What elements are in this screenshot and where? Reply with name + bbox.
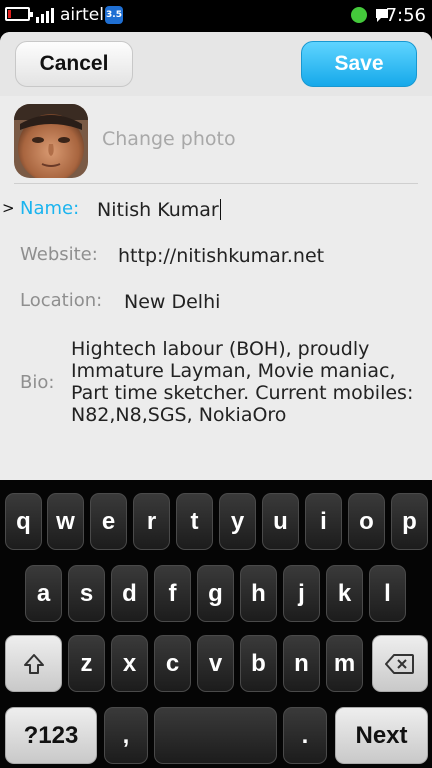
key-t[interactable]: t (176, 493, 213, 550)
period-key[interactable]: . (283, 707, 327, 764)
key-s[interactable]: s (68, 565, 105, 622)
status-bar: airtel 3.5 7:56 (0, 0, 432, 32)
website-field[interactable]: http://nitishkumar.net (118, 245, 324, 267)
location-label: Location: (20, 290, 103, 311)
key-p[interactable]: p (391, 493, 428, 550)
key-x[interactable]: x (111, 635, 148, 692)
cancel-button[interactable]: Cancel (15, 41, 133, 87)
key-b[interactable]: b (240, 635, 277, 692)
notification-dot-icon (351, 7, 367, 23)
bio-line: Hightech labour (BOH), proudly (71, 338, 370, 360)
bio-line: N82,N8,SGS, NokiaOro (71, 404, 287, 426)
virtual-keyboard: q w e r t y u i o p a s d f g h j k l z … (0, 480, 432, 768)
key-d[interactable]: d (111, 565, 148, 622)
name-field[interactable]: Nitish Kumar (97, 199, 221, 221)
profile-photo-icon (14, 104, 88, 178)
key-f[interactable]: f (154, 565, 191, 622)
key-y[interactable]: y (219, 493, 256, 550)
toolbar: Cancel Save (0, 32, 432, 96)
key-i[interactable]: i (305, 493, 342, 550)
name-label: Name: (20, 198, 80, 219)
signal-icon (36, 8, 56, 23)
bio-field[interactable]: Hightech labour (BOH), proudly Immature … (71, 338, 421, 426)
divider (14, 183, 418, 184)
key-c[interactable]: c (154, 635, 191, 692)
key-l[interactable]: l (369, 565, 406, 622)
backspace-icon (385, 653, 414, 674)
focus-marker: > (2, 199, 15, 217)
save-button[interactable]: Save (301, 41, 417, 87)
key-v[interactable]: v (197, 635, 234, 692)
key-r[interactable]: r (133, 493, 170, 550)
key-e[interactable]: e (90, 493, 127, 550)
network-3-5g-icon: 3.5 (105, 6, 123, 24)
key-w[interactable]: w (47, 493, 84, 550)
change-photo-link[interactable]: Change photo (102, 128, 236, 150)
bio-label: Bio: (20, 372, 55, 393)
edit-profile-panel: Cancel Save Change photo > Name: Nitish … (0, 32, 432, 480)
website-label: Website: (20, 244, 98, 265)
key-k[interactable]: k (326, 565, 363, 622)
text-caret (219, 199, 221, 220)
bio-line: Part time sketcher. Current mobiles: (71, 382, 414, 404)
key-j[interactable]: j (283, 565, 320, 622)
bio-line: Immature Layman, Movie maniac, (71, 360, 396, 382)
key-o[interactable]: o (348, 493, 385, 550)
key-a[interactable]: a (25, 565, 62, 622)
key-z[interactable]: z (68, 635, 105, 692)
location-field[interactable]: New Delhi (124, 291, 220, 313)
key-q[interactable]: q (5, 493, 42, 550)
key-g[interactable]: g (197, 565, 234, 622)
symbols-key[interactable]: ?123 (5, 707, 97, 764)
key-h[interactable]: h (240, 565, 277, 622)
clock: 7:56 (385, 5, 426, 26)
key-u[interactable]: u (262, 493, 299, 550)
battery-icon (5, 7, 33, 21)
comma-key[interactable]: , (104, 707, 148, 764)
key-m[interactable]: m (326, 635, 363, 692)
space-key[interactable] (154, 707, 277, 764)
avatar[interactable] (14, 104, 88, 178)
carrier-name: airtel (60, 5, 104, 25)
shift-key[interactable] (5, 635, 62, 692)
backspace-key[interactable] (372, 635, 428, 692)
key-n[interactable]: n (283, 635, 320, 692)
next-key[interactable]: Next (335, 707, 428, 764)
shift-icon (23, 653, 44, 674)
